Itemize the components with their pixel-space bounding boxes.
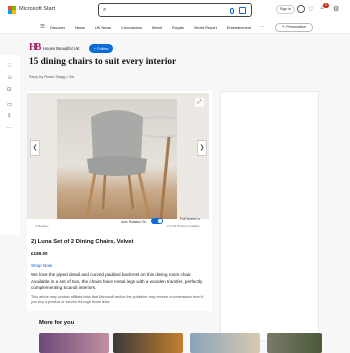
item-description: We love the piped detail and curved padd… [31, 272, 203, 290]
share-icon[interactable]: ⇪ [7, 113, 12, 119]
nav-items: Discover News UK News Coronavirus Brexit… [50, 25, 251, 30]
nav-item-discover[interactable]: Discover [50, 25, 65, 30]
more-options-icon[interactable]: ⋯ [7, 125, 13, 131]
previous-arrow-icon[interactable]: ❮ [30, 140, 40, 156]
left-action-rail: ♡ ☺ ⊡ ▭ ⇪ ⋯ [0, 55, 20, 235]
microsoft-logo-icon[interactable] [8, 6, 16, 14]
more-for-you-section: More for you [27, 314, 327, 353]
notification-badge: 5 [323, 3, 329, 8]
rewards-icon[interactable]: ♡ [308, 6, 313, 13]
chair-photo [57, 99, 193, 219]
nav-item-royals[interactable]: Royals [172, 25, 184, 30]
gallery-slideshow: ❮ ❯ ⤢ [27, 93, 209, 219]
full-screen-button[interactable]: Full Screen ⊡ [180, 217, 200, 221]
pencil-icon: ✎ [281, 24, 286, 29]
follow-button[interactable]: + Follow [89, 44, 113, 53]
publisher-name[interactable]: House Beautiful UK [43, 46, 80, 51]
nav-item-news[interactable]: News [75, 25, 85, 30]
affiliate-disclaimer: This article may contain affiliate links… [31, 295, 204, 304]
expand-icon[interactable]: ⤢ [195, 98, 204, 107]
full-screen-icon: ⊡ [197, 217, 201, 221]
auto-rotation-label: Auto Rotation On [121, 220, 147, 224]
next-arrow-icon[interactable]: ❯ [197, 140, 207, 156]
gear-icon[interactable]: ⚙ [333, 5, 339, 13]
nav-item-brexit[interactable]: Brexit [152, 25, 162, 30]
sign-in-button[interactable]: Sign in [276, 5, 295, 14]
emoji-icon[interactable]: ☺ [7, 75, 13, 81]
avatar-icon[interactable] [297, 5, 305, 13]
category-nav: ☰ Discover News UK News Coronavirus Brex… [0, 20, 350, 34]
like-icon[interactable]: ♡ [7, 63, 12, 69]
recommendation-thumbnail[interactable] [267, 333, 322, 353]
personalize-button[interactable]: ✎ Personalise [275, 22, 313, 32]
advertisement-area [220, 91, 319, 341]
menu-icon[interactable]: ☰ [40, 24, 45, 30]
top-bar: Microsoft Start ⌕ Sign in ♡ ♫ 5 ⚙ [0, 0, 350, 20]
shop-now-link[interactable]: Shop Now [31, 263, 52, 268]
article-byline: Story by Rosie Stagg • 2w [29, 74, 75, 79]
item-price: £169.00 [31, 251, 48, 256]
more-for-you-title: More for you [39, 320, 75, 326]
search-icon: ⌕ [103, 6, 107, 13]
nav-more-button[interactable]: ··· [259, 24, 264, 30]
gallery-card: ❮ ❯ ⤢ © Dunelm Auto Rotation On Full Scr… [27, 91, 212, 311]
auto-rotation-toggle[interactable] [151, 218, 163, 224]
recommendation-thumbnail[interactable] [190, 333, 260, 353]
search-input[interactable]: ⌕ [98, 3, 252, 17]
bookmark-icon[interactable]: ⊡ [7, 87, 12, 93]
personalize-label: Personalise [286, 24, 307, 29]
photo-credit: © Dunelm [35, 224, 49, 228]
nav-item-uk-news[interactable]: UK News [95, 25, 111, 30]
full-screen-label: Full Screen [180, 217, 197, 221]
nav-item-entertainment[interactable]: Entertainment [227, 25, 251, 30]
brand-name[interactable]: Microsoft Start [19, 6, 55, 12]
comment-icon[interactable]: ▭ [7, 102, 12, 108]
visual-search-icon[interactable] [239, 7, 246, 14]
recommendation-thumbnail[interactable] [113, 333, 183, 353]
item-title: 2) Luna Set of 2 Dining Chairs, Velvet [31, 239, 134, 245]
publisher-logo[interactable]: HB [29, 42, 41, 54]
recommendation-thumbnail[interactable] [39, 333, 109, 353]
nav-item-world-report[interactable]: World Report [194, 25, 217, 30]
microphone-icon[interactable] [230, 7, 234, 14]
gallery-counter: 2 of 16 Photos in Gallery [167, 224, 200, 228]
nav-item-coronavirus[interactable]: Coronavirus [121, 25, 142, 30]
article-title: 15 dining chairs to suit every interior [29, 57, 177, 67]
